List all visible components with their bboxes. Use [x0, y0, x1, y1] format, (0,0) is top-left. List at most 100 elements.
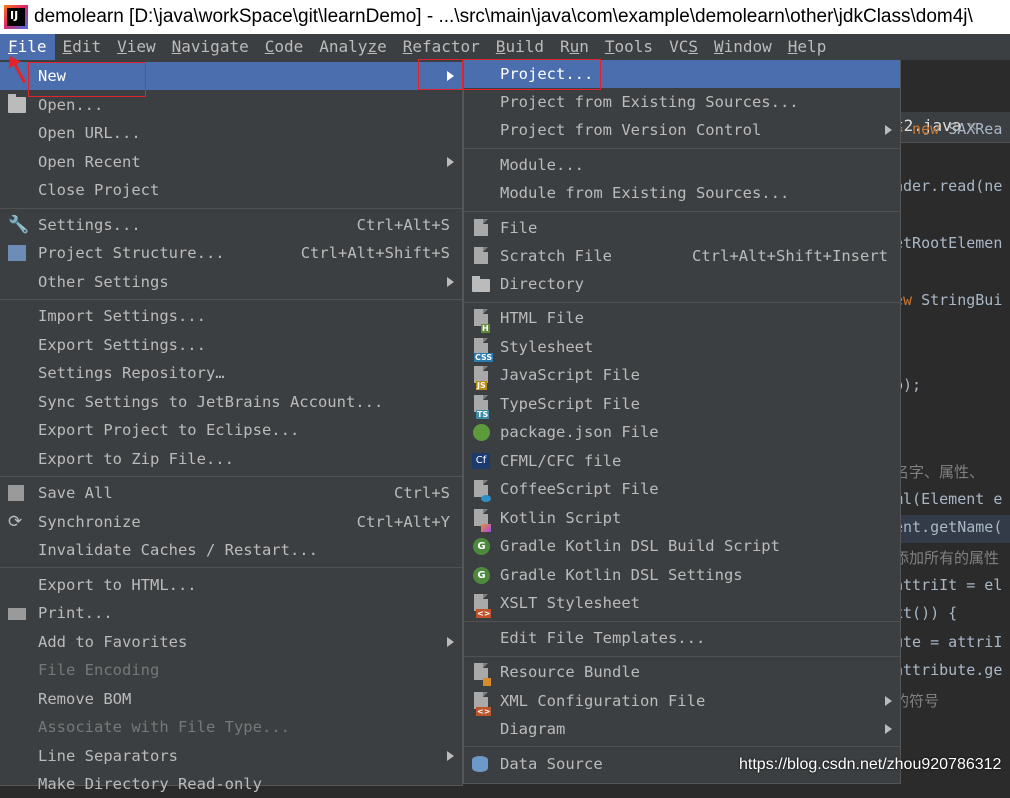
menu-item-file[interactable]: File	[464, 214, 900, 242]
menu-bar: File Edit View Navigate Code Analyze Refactor B…	[0, 34, 1010, 60]
menu-item-label: JavaScript File	[500, 366, 640, 384]
menu-item-remove-bom[interactable]: Remove BOM	[0, 685, 462, 713]
menu-item-project-structure[interactable]: Project Structure... Ctrl+Alt+Shift+S	[0, 239, 462, 267]
code-text: etRootElemen	[894, 234, 1003, 252]
code-text: SAXRea	[948, 120, 1003, 138]
code-line: 名字、属性、	[894, 461, 984, 482]
folder-open-icon	[8, 94, 26, 113]
menu-item-scratch-file[interactable]: Scratch File Ctrl+Alt+Shift+Insert	[464, 242, 900, 270]
menubar-item[interactable]: Code	[257, 34, 312, 60]
menu-item-javascript-file[interactable]: JS JavaScript File	[464, 361, 900, 390]
scratch-file-icon	[474, 247, 488, 264]
menu-item-open-url[interactable]: Open URL...	[0, 119, 462, 147]
menu-item-synchronize[interactable]: ⟳ Synchronize Ctrl+Alt+Y	[0, 508, 462, 536]
menu-item-label: File	[500, 219, 538, 237]
menubar-item[interactable]: VCS	[661, 34, 706, 60]
menu-item-typescript-file[interactable]: TS TypeScript File	[464, 390, 900, 419]
menu-item-label: Settings Repository…	[38, 364, 225, 382]
menu-item-label: Close Project	[38, 181, 160, 199]
menu-item-project-existing[interactable]: Project from Existing Sources...	[464, 88, 900, 116]
menu-item-gradle-kotlin-build[interactable]: G Gradle Kotlin DSL Build Script	[464, 532, 900, 560]
menubar-item-label-part: n	[579, 37, 589, 56]
menu-item-sync-settings[interactable]: Sync Settings to JetBrains Account...	[0, 388, 462, 416]
menu-item-diagram[interactable]: Diagram	[464, 715, 900, 743]
menu-item-html-file[interactable]: H HTML File	[464, 304, 900, 333]
menubar-item-label-part: Analy	[319, 37, 368, 56]
menu-item-directory[interactable]: Directory	[464, 270, 900, 298]
menubar-item[interactable]: Edit	[55, 34, 110, 60]
code-line: ent.getName(	[894, 518, 1002, 536]
menubar-item[interactable]: Build	[488, 34, 552, 60]
menubar-item[interactable]: Help	[780, 34, 835, 60]
code-text: xt()) {	[894, 604, 958, 622]
menu-item-settings[interactable]: 🔧 Settings... Ctrl+Alt+S	[0, 211, 462, 239]
menubar-item[interactable]: Navigate	[164, 34, 257, 60]
cfml-icon: Cf	[472, 453, 490, 469]
menu-item-label: Project...	[500, 65, 594, 83]
kotlin-script-icon	[474, 509, 491, 532]
menu-item-label: Open URL...	[38, 124, 141, 142]
menu-item-label: File Encoding	[38, 661, 160, 679]
menu-item-close-project[interactable]: Close Project	[0, 176, 462, 204]
menu-item-import-settings[interactable]: Import Settings...	[0, 302, 462, 330]
submenu-arrow-icon	[447, 637, 454, 647]
menu-item-module-existing[interactable]: Module from Existing Sources...	[464, 179, 900, 207]
menu-item-stylesheet[interactable]: CSS Stylesheet	[464, 333, 900, 362]
menu-item-package-json[interactable]: package.json File	[464, 418, 900, 446]
menu-item-label: Data Source	[500, 755, 603, 773]
menu-separator	[0, 299, 462, 300]
menubar-item-label-part: indow	[723, 37, 772, 56]
menubar-item-label-part: E	[62, 37, 73, 56]
code-keyword: = new	[894, 120, 949, 138]
menu-item-settings-repository[interactable]: Settings Repository…	[0, 359, 462, 387]
menu-item-open[interactable]: Open...	[0, 91, 462, 119]
menu-item-resource-bundle[interactable]: Resource Bundle	[464, 658, 900, 686]
code-text: 名字、属性、	[894, 463, 985, 481]
menu-item-invalidate-caches[interactable]: Invalidate Caches / Restart...	[0, 536, 462, 564]
menu-item-export-zip[interactable]: Export to Zip File...	[0, 445, 462, 473]
menu-item-save-all[interactable]: Save All Ctrl+S	[0, 479, 462, 507]
shortcut-label: Ctrl+S	[394, 484, 450, 502]
menu-item-export-html[interactable]: Export to HTML...	[0, 571, 462, 599]
menu-item-label: Module from Existing Sources...	[500, 184, 790, 202]
menu-item-xslt-stylesheet[interactable]: <> XSLT Stylesheet	[464, 589, 900, 618]
menubar-item[interactable]: Window	[706, 34, 780, 60]
menubar-item[interactable]: Tools	[597, 34, 661, 60]
menubar-item-label-part: uild	[505, 37, 544, 56]
menubar-item-label-part: R	[559, 37, 570, 56]
submenu-arrow-icon	[447, 71, 454, 81]
menu-item-label: Module...	[500, 156, 584, 174]
menu-item-new-project[interactable]: Project...	[464, 60, 900, 88]
menubar-item[interactable]: View	[109, 34, 164, 60]
menu-item-make-readonly[interactable]: Make Directory Read-only	[0, 770, 462, 798]
menu-item-label: Save All	[38, 484, 113, 502]
code-line: = new SAXRea	[894, 120, 1002, 138]
menu-item-new[interactable]: New	[0, 62, 462, 90]
menubar-item[interactable]: Run	[552, 34, 597, 60]
menu-item-cfml-file[interactable]: Cf CFML/CFC file	[464, 447, 900, 475]
watermark: https://blog.csdn.net/zhou920786312	[739, 756, 1002, 773]
menu-separator	[464, 148, 900, 149]
code-text: attriIt = el	[894, 576, 1003, 594]
menu-item-add-favorites[interactable]: Add to Favorites	[0, 628, 462, 656]
menu-item-xml-config[interactable]: <> XML Configuration File	[464, 687, 900, 716]
menubar-item-label-part: e	[377, 37, 387, 56]
menu-separator	[0, 476, 462, 477]
menubar-item[interactable]: Analyze	[311, 34, 394, 60]
menu-item-other-settings[interactable]: Other Settings	[0, 268, 462, 296]
menu-item-export-eclipse[interactable]: Export Project to Eclipse...	[0, 416, 462, 444]
menu-item-coffeescript-file[interactable]: CoffeeScript File	[464, 475, 900, 503]
menu-item-kotlin-script[interactable]: Kotlin Script	[464, 504, 900, 532]
menu-item-line-separators[interactable]: Line Separators	[0, 742, 462, 770]
menu-item-gradle-kotlin-settings[interactable]: G Gradle Kotlin DSL Settings	[464, 561, 900, 589]
menu-item-label: Export Settings...	[38, 336, 206, 354]
menu-item-label: Diagram	[500, 720, 566, 738]
menu-item-edit-templates[interactable]: Edit File Templates...	[464, 624, 900, 652]
menu-item-export-settings[interactable]: Export Settings...	[0, 331, 462, 359]
menubar-item[interactable]: Refactor	[395, 34, 488, 60]
menu-item-module[interactable]: Module...	[464, 151, 900, 179]
menu-item-label: Export to Zip File...	[38, 450, 234, 468]
menu-item-project-vcs[interactable]: Project from Version Control	[464, 116, 900, 144]
menu-item-open-recent[interactable]: Open Recent	[0, 148, 462, 176]
menu-item-print[interactable]: Print...	[0, 599, 462, 627]
